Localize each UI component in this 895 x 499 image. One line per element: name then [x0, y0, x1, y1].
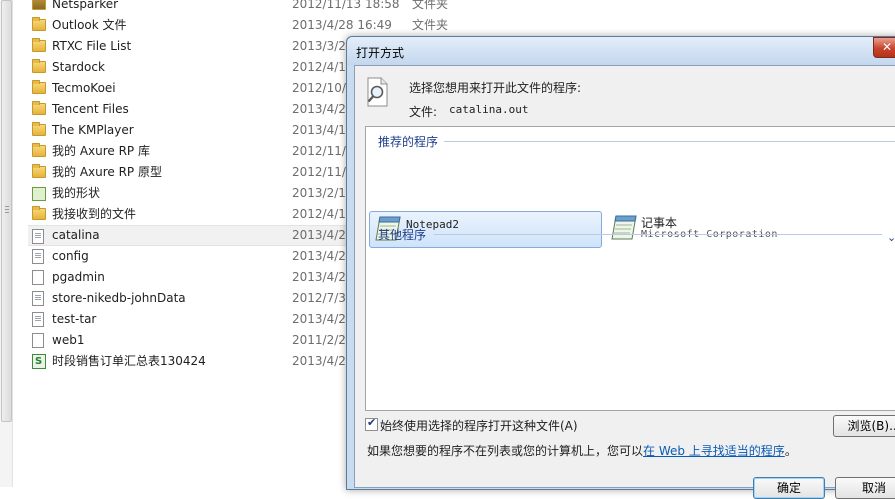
folder-icon	[32, 38, 46, 52]
file-name-cell: config	[52, 249, 89, 263]
group-divider	[444, 141, 895, 142]
folder-icon	[32, 101, 46, 115]
file-name-cell: 我的 Axure RP 原型	[52, 165, 162, 179]
file-name: catalina.out	[449, 103, 529, 116]
dialog-body: 选择您想用来打开此文件的程序: 文件: catalina.out 推荐的程序 N…	[354, 65, 895, 499]
file-name-cell: 我的 Axure RP 库	[52, 144, 150, 158]
file-label: 文件:	[409, 105, 438, 119]
folder-icon	[32, 143, 46, 157]
file-row[interactable]: Outlook 文件 2013/4/28 16:49 文件夹	[28, 15, 498, 36]
file-name-cell: Tencent Files	[52, 102, 129, 116]
text-file-icon	[32, 291, 44, 306]
text-file-icon	[32, 249, 44, 264]
file-date-cell: 2013/4/2	[292, 270, 346, 284]
always-use-label: 始终使用选择的程序打开这种文件(A)	[380, 419, 578, 433]
file-date-cell: 2012/4/1	[292, 207, 346, 221]
file-name-cell: 我的形状	[52, 186, 101, 200]
file-date-cell: 2012/11/2	[292, 165, 354, 179]
shapes-folder-icon	[32, 187, 46, 201]
file-type-cell: 文件夹	[412, 18, 449, 32]
close-button[interactable]: ✕	[873, 37, 895, 58]
file-date-cell: 2012/4/1	[292, 60, 346, 74]
file-row[interactable]: Netsparker 2012/11/13 18:58 文件夹	[28, 0, 498, 15]
program-item-notepad[interactable]: 记事本 Microsoft Corporation	[606, 211, 895, 246]
other-programs-header[interactable]: 其他程序	[378, 226, 426, 243]
program-list: 推荐的程序 Notepad2 记事本 其他程序 ⌄	[365, 126, 895, 411]
checkmark-icon: ✔	[367, 416, 377, 429]
folder-icon	[32, 164, 46, 178]
file-name-cell: catalina	[52, 228, 100, 242]
file-date-cell: 2013/2/1	[292, 186, 346, 200]
chevron-down-icon[interactable]: ⌄	[887, 231, 895, 244]
close-icon: ✕	[882, 40, 893, 54]
file-date-cell: 2013/4/2	[292, 228, 346, 242]
recommended-programs-header[interactable]: 推荐的程序	[378, 133, 438, 150]
folder-icon	[32, 122, 46, 136]
spreadsheet-icon	[32, 351, 46, 372]
scrollbar-grip	[5, 206, 9, 207]
file-name-cell: web1	[52, 333, 85, 347]
folder-icon	[32, 206, 46, 220]
file-date-cell: 2013/4/2	[292, 249, 346, 263]
file-date-cell: 2013/4/2	[292, 354, 346, 368]
file-date-cell: 2013/4/1	[292, 123, 346, 137]
file-name-cell: RTXC File List	[52, 39, 132, 53]
file-date-cell: 2013/4/2	[292, 312, 346, 326]
find-program-on-web-link[interactable]: 在 Web 上寻找适当的程序	[643, 444, 785, 458]
file-name-cell: Outlook 文件	[52, 18, 127, 32]
file-name-cell: test-tar	[52, 312, 97, 326]
blank-file-icon	[32, 270, 44, 285]
text-file-icon	[32, 229, 44, 244]
file-date-cell: 2013/3/2	[292, 39, 346, 53]
search-file-icon	[367, 77, 388, 107]
blank-file-icon	[32, 333, 44, 348]
scrollbar-grip	[5, 209, 9, 210]
vertical-scrollbar[interactable]	[0, 0, 13, 487]
file-date-cell: 2012/10/1	[292, 81, 354, 95]
file-date-cell: 2012/11/13 18:58	[292, 0, 400, 11]
file-name-cell: Netsparker	[52, 0, 119, 11]
scrollbar-grip	[5, 212, 9, 213]
dialog-title: 打开方式	[356, 46, 405, 60]
scrollbar-thumb[interactable]	[1, 0, 12, 422]
help-prefix: 如果您想要的程序不在列表或您的计算机上，您可以	[367, 444, 644, 458]
folder-icon	[32, 59, 46, 73]
always-use-checkbox[interactable]: ✔	[365, 416, 378, 431]
file-date-cell: 2013/4/28 16:49	[292, 18, 392, 32]
notepad-icon	[611, 215, 637, 240]
help-suffix: 。	[784, 444, 797, 458]
text-file-icon	[32, 312, 44, 327]
folder-icon	[32, 80, 46, 94]
file-name-cell: 我接收到的文件	[52, 207, 137, 221]
cancel-button[interactable]: 取消	[835, 477, 895, 499]
open-with-dialog: 打开方式 ✕ 选择您想用来打开此文件的程序: 文件: catalina.out …	[346, 36, 895, 499]
browse-button[interactable]: 浏览(B)...	[833, 415, 895, 437]
file-date-cell: 2012/7/3	[292, 291, 346, 305]
dialog-prompt: 选择您想用来打开此文件的程序:	[409, 81, 582, 95]
file-name-cell: Stardock	[52, 60, 105, 74]
file-date-cell: 2011/2/2	[292, 333, 346, 347]
file-name-cell: TecmoKoei	[52, 81, 116, 95]
folder-dark-icon	[32, 0, 46, 10]
file-type-cell: 文件夹	[412, 0, 449, 11]
file-name-cell: store-nikedb-johnData	[52, 291, 186, 305]
help-text: 如果您想要的程序不在列表或您的计算机上，您可以在 Web 上寻找适当的程序。	[367, 442, 797, 459]
file-name-cell: 时段销售订单汇总表130424	[52, 354, 206, 368]
dialog-title-bar[interactable]: 打开方式	[347, 37, 895, 65]
file-name-cell: The KMPlayer	[52, 123, 134, 137]
folder-icon	[32, 17, 46, 31]
group-divider	[434, 234, 882, 235]
ok-button[interactable]: 确定	[753, 477, 825, 499]
file-date-cell: 2013/4/2	[292, 102, 346, 116]
file-name-cell: pgadmin	[52, 270, 105, 284]
file-date-cell: 2012/11/2	[292, 144, 354, 158]
